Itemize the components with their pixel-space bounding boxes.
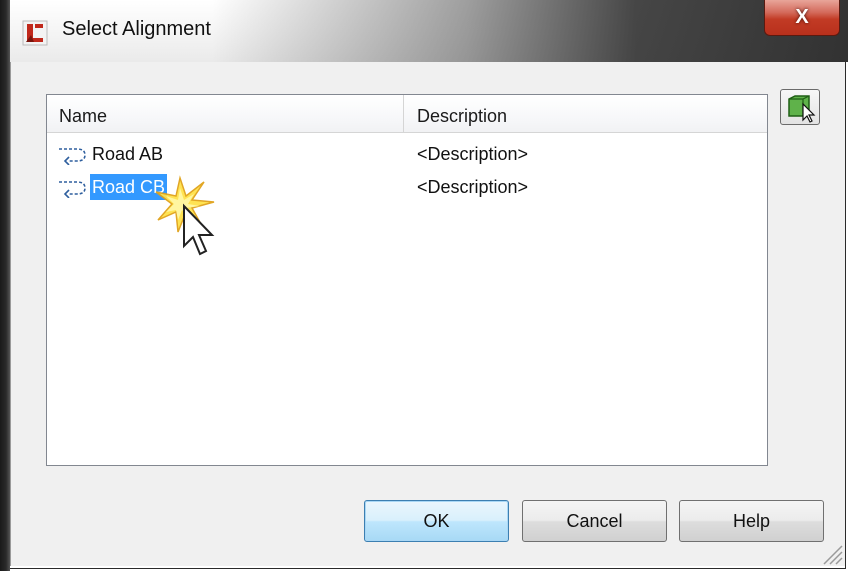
- help-button[interactable]: Help: [679, 500, 824, 542]
- alignment-list[interactable]: Name Description Road AB <Description> R…: [46, 94, 768, 466]
- list-header: Name Description: [47, 95, 767, 133]
- list-item[interactable]: Road AB <Description>: [47, 139, 767, 169]
- cancel-button[interactable]: Cancel: [522, 500, 667, 542]
- app-icon: [22, 20, 48, 46]
- row-description: <Description>: [417, 144, 529, 164]
- pick-from-drawing-button[interactable]: [780, 89, 820, 125]
- alignment-icon: [59, 181, 86, 198]
- column-header-name[interactable]: Name: [47, 95, 404, 132]
- click-highlight-icon: [155, 175, 215, 256]
- row-name: Road AB: [92, 144, 164, 164]
- resize-grip-icon[interactable]: [818, 540, 844, 566]
- close-button[interactable]: X: [764, 0, 840, 36]
- window-title: Select Alignment: [62, 18, 211, 40]
- window-left-border: [0, 0, 10, 571]
- pick-from-drawing-icon: [788, 95, 816, 123]
- close-icon: X: [795, 6, 809, 28]
- column-header-description[interactable]: Description: [404, 95, 767, 132]
- alignment-icon: [59, 148, 86, 165]
- row-description: <Description>: [417, 177, 529, 197]
- ok-button[interactable]: OK: [364, 500, 509, 542]
